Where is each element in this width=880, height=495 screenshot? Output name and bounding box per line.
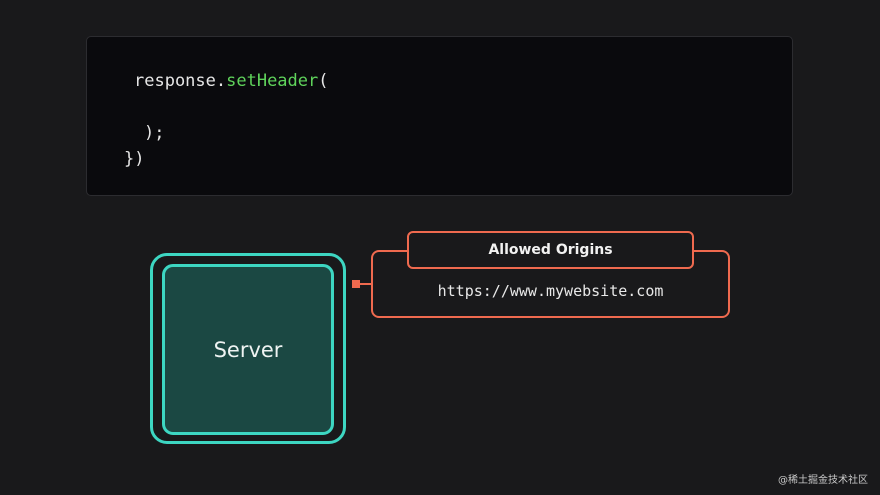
allowed-origin-url: https://www.mywebsite.com xyxy=(437,282,664,300)
code-line-set-header: response.setHeader( xyxy=(134,71,329,91)
code-open-paren: ( xyxy=(318,71,329,91)
server-label: Server xyxy=(213,337,283,362)
allowed-origins-title-box: Allowed Origins xyxy=(407,231,694,269)
watermark: @稀土掘金技术社区 xyxy=(778,475,868,486)
code-line-close-block: }) xyxy=(124,149,145,169)
connector-dot xyxy=(352,280,360,288)
code-object: response. xyxy=(134,71,227,91)
code-line-close-call: ); xyxy=(144,123,165,143)
allowed-origins-title: Allowed Origins xyxy=(488,242,613,258)
code-panel: response.setHeader( ); }) xyxy=(86,36,793,196)
code-method: setHeader xyxy=(226,71,319,91)
server-node: Server xyxy=(162,264,334,435)
